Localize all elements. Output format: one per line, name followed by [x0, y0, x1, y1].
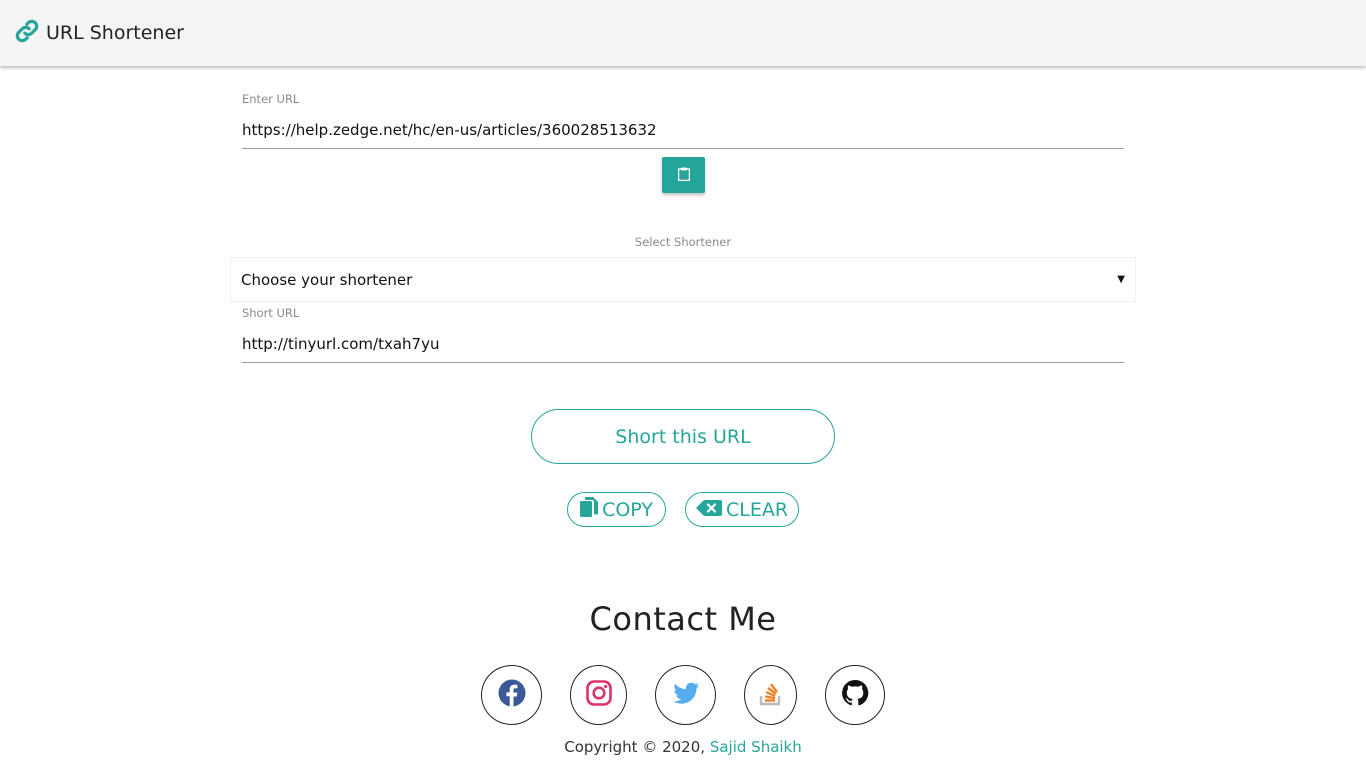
github-icon: [841, 679, 869, 711]
short-url-input[interactable]: [242, 326, 1124, 363]
shortener-select[interactable]: Choose your shortener ▼: [230, 257, 1136, 302]
select-label: Select Shortener: [634, 235, 732, 249]
copyright-prefix: Copyright: [564, 738, 638, 756]
url-input[interactable]: [242, 112, 1124, 149]
select-value: Choose your shortener: [241, 270, 413, 289]
facebook-icon: [498, 679, 526, 711]
backspace-icon: [695, 499, 722, 521]
caret-down-icon: ▼: [1117, 274, 1125, 285]
brand-title: URL Shortener: [46, 22, 184, 44]
copy-label: COPY: [602, 498, 653, 521]
clear-button[interactable]: CLEAR: [685, 492, 799, 527]
contact-title: Contact Me: [589, 600, 777, 638]
clear-label: CLEAR: [725, 498, 789, 521]
copyright-year: 2020,: [662, 738, 706, 756]
github-link[interactable]: [825, 665, 885, 725]
facebook-link[interactable]: [481, 665, 542, 725]
url-label: Enter URL: [242, 92, 300, 106]
twitter-link[interactable]: [655, 665, 716, 725]
stackoverflow-icon: [757, 679, 785, 711]
brand[interactable]: URL Shortener: [14, 18, 184, 49]
twitter-icon: [672, 679, 700, 711]
stackoverflow-link[interactable]: [744, 665, 797, 725]
copyright-symbol: ©: [642, 738, 658, 756]
link-icon: [14, 18, 40, 49]
author-link[interactable]: Sajid Shaikh: [710, 738, 802, 756]
short-url-label: Short URL: [242, 306, 300, 320]
short-url-button[interactable]: Short this URL: [531, 409, 835, 464]
navbar: URL Shortener: [0, 0, 1366, 66]
copy-button[interactable]: COPY: [567, 492, 666, 527]
instagram-link[interactable]: [570, 665, 627, 725]
clipboard-icon: [677, 167, 690, 184]
paste-button[interactable]: [662, 157, 705, 193]
footer: Copyright © 2020, Sajid Shaikh: [0, 738, 1366, 756]
instagram-icon: [585, 679, 613, 711]
copy-icon: [580, 497, 599, 522]
